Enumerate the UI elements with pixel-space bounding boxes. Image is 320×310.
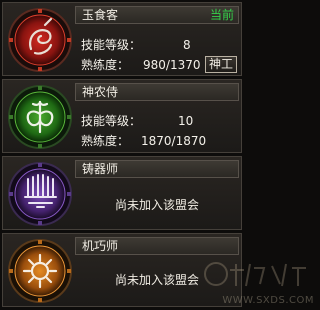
- profession-name: 玉食客: [82, 8, 119, 22]
- profession-title-bar: 玉食客 当前: [75, 6, 239, 24]
- skill-level-label: 技能等级：: [81, 114, 142, 128]
- skill-level-value: 8: [183, 38, 191, 52]
- site-watermark-logo: [202, 258, 312, 295]
- profession-name: 铸器师: [82, 162, 119, 176]
- profession-title-bar: 神农侍: [75, 83, 239, 101]
- proficiency-row: 熟练度： 1870/1870: [75, 132, 239, 150]
- skill-level-row: 技能等级： 8: [75, 36, 239, 54]
- leaf-emblem-icon: [7, 84, 73, 150]
- divine-craft-button[interactable]: 神工: [205, 56, 237, 73]
- profession-name: 机巧师: [82, 239, 119, 253]
- proficiency-value: 1870/1870: [141, 134, 207, 148]
- not-joined-text: 尚未加入该盟会: [114, 198, 199, 212]
- profession-panel-1: 玉食客 当前 技能等级： 8 熟练度： 980/1370 神工: [2, 2, 242, 76]
- profession-title-bar: 铸器师: [75, 160, 239, 178]
- proficiency-label: 熟练度：: [81, 134, 130, 148]
- site-watermark-text: WWW.SXDS.COM: [222, 295, 314, 306]
- skill-level-value: 10: [178, 114, 194, 128]
- gear-emblem-icon: [7, 238, 73, 304]
- tools-emblem-icon: [7, 161, 73, 227]
- profession-panel-3: 铸器师 尚未加入该盟会: [2, 156, 242, 230]
- skill-level-row: 技能等级： 10: [75, 112, 239, 130]
- skill-level-label: 技能等级：: [81, 38, 142, 52]
- profession-panel-2: 神农侍 技能等级： 10 熟练度： 1870/1870: [2, 79, 242, 153]
- profession-name: 神农侍: [82, 85, 119, 99]
- profession-title-bar: 机巧师: [75, 237, 239, 255]
- proficiency-value: 980/1370: [143, 58, 201, 72]
- proficiency-row: 熟练度： 980/1370 神工: [75, 56, 239, 74]
- swirl-emblem-icon: [7, 7, 73, 73]
- current-status-badge: 当前: [209, 8, 234, 22]
- proficiency-label: 熟练度：: [81, 58, 130, 72]
